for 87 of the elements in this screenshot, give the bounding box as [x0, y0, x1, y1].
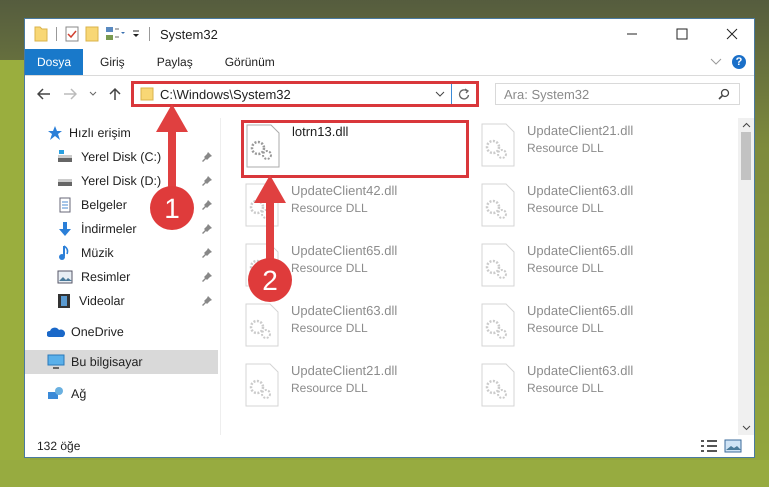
sidebar-label: Belgeler: [81, 198, 127, 212]
sidebar-item[interactable]: Yerel Disk (D:): [57, 174, 162, 188]
sidebar-item[interactable]: Bu bilgisayar: [25, 350, 218, 374]
sidebar-item[interactable]: Yerel Disk (C:): [57, 150, 162, 164]
pin-icon[interactable]: [202, 272, 212, 282]
dll-file-icon: [481, 243, 515, 287]
dll-file-icon: [481, 303, 515, 347]
file-name[interactable]: lotrn13.dll: [292, 124, 348, 139]
scroll-up-icon[interactable]: [742, 122, 750, 128]
sidebar-item[interactable]: Hızlı erişim: [25, 121, 218, 145]
sidebar-label: Hızlı erişim: [69, 126, 131, 140]
search-icon[interactable]: [718, 88, 730, 100]
maximize-icon[interactable]: [675, 27, 689, 41]
ribbon-tab[interactable]: Dosya: [25, 49, 84, 75]
dll-file-icon: [245, 303, 279, 347]
properties-icon[interactable]: [65, 26, 79, 42]
sidebar-item[interactable]: Videolar: [57, 293, 125, 309]
step-badge: 1: [150, 186, 194, 230]
pin-icon[interactable]: [202, 152, 212, 162]
pin-icon[interactable]: [202, 176, 212, 186]
pin-icon[interactable]: [202, 200, 212, 210]
image-icon: [57, 270, 73, 284]
star-icon: [47, 125, 63, 141]
ribbon-tab[interactable]: Giriş: [85, 49, 140, 75]
dll-file-icon: [481, 123, 515, 167]
sidebar-item[interactable]: Müzik: [57, 245, 114, 261]
dll-file-icon: [481, 183, 515, 227]
monitor-icon: [47, 354, 65, 370]
up-arrow-icon[interactable]: [109, 87, 121, 101]
refresh-icon[interactable]: [458, 88, 470, 100]
pin-icon[interactable]: [202, 224, 212, 234]
close-icon[interactable]: [725, 27, 739, 41]
sidebar-item[interactable]: Ağ: [25, 382, 218, 406]
drive-icon: [57, 150, 73, 164]
file-type: Resource DLL: [527, 141, 605, 155]
sidebar-label: Ağ: [71, 387, 86, 401]
document-icon: [57, 197, 73, 213]
file-type: Resource DLL: [527, 261, 605, 275]
sidebar-label: Videolar: [79, 294, 125, 308]
dll-file-icon: [245, 363, 279, 407]
network-icon: [47, 386, 65, 402]
sidebar-label: Yerel Disk (D:): [81, 174, 162, 188]
dropdown-caret-icon[interactable]: [435, 91, 445, 97]
sidebar-item[interactable]: İndirmeler: [57, 221, 137, 237]
download-arrow-icon: [57, 221, 73, 237]
pin-icon[interactable]: [202, 248, 212, 258]
sidebar-label: OneDrive: [71, 325, 124, 339]
customize-caret-icon[interactable]: [131, 29, 141, 39]
dll-file-icon: [481, 363, 515, 407]
film-icon: [57, 293, 71, 309]
file-type: Resource DLL: [527, 381, 605, 395]
file-type: Resource DLL: [291, 321, 369, 335]
scroll-down-icon[interactable]: [742, 425, 750, 431]
details-view-icon[interactable]: [700, 439, 718, 453]
ribbon-tab[interactable]: Görünüm: [210, 49, 290, 75]
window-title: System32: [160, 26, 218, 42]
address-bar[interactable]: C:\Windows\System32: [131, 81, 479, 107]
cloud-icon: [47, 325, 65, 339]
dll-file-icon: [246, 124, 280, 168]
step-badge: 2: [248, 258, 292, 302]
folder-icon: [140, 87, 154, 101]
ribbon-tab[interactable]: Paylaş: [142, 49, 208, 75]
back-arrow-icon[interactable]: [37, 88, 51, 100]
file-type: Resource DLL: [527, 201, 605, 215]
sidebar-label: Yerel Disk (C:): [81, 150, 162, 164]
address-path: C:\Windows\System32: [160, 86, 292, 102]
view-icon[interactable]: [105, 26, 125, 42]
scrollbar[interactable]: [738, 118, 754, 435]
file-type: Resource DLL: [291, 201, 369, 215]
pin-icon[interactable]: [202, 296, 212, 306]
sidebar-label: İndirmeler: [81, 222, 137, 236]
sidebar-label: Resimler: [81, 270, 130, 284]
chevron-down-icon[interactable]: [710, 58, 722, 66]
search-field[interactable]: Ara: System32: [495, 83, 740, 105]
sidebar-item[interactable]: Resimler: [57, 270, 130, 284]
file-type: Resource DLL: [291, 261, 369, 275]
help-button[interactable]: ?: [732, 55, 746, 69]
large-icons-view-icon[interactable]: [724, 439, 742, 453]
item-count: 132 öğe: [37, 439, 80, 453]
sidebar-item[interactable]: OneDrive: [25, 320, 218, 344]
sidebar-label: Bu bilgisayar: [71, 355, 143, 369]
file-type: Resource DLL: [291, 381, 369, 395]
file-type: Resource DLL: [527, 321, 605, 335]
sidebar-label: Müzik: [81, 246, 114, 260]
scroll-thumb[interactable]: [741, 132, 751, 180]
recent-caret-icon[interactable]: [89, 91, 97, 97]
sidebar-item[interactable]: Belgeler: [57, 197, 127, 213]
